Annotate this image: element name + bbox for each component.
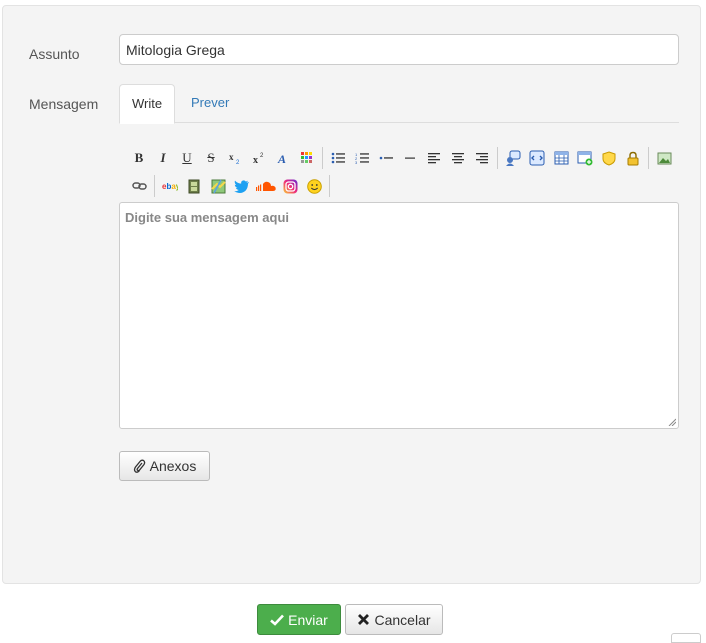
send-button[interactable]: Enviar	[257, 604, 341, 635]
tab-preview[interactable]: Prever	[179, 84, 241, 123]
video-button[interactable]	[182, 175, 206, 197]
message-label: Mensagem	[29, 96, 99, 112]
list-item-button[interactable]	[374, 147, 398, 169]
superscript-icon: x2	[253, 153, 264, 165]
svg-text:ebay: ebay	[162, 182, 178, 191]
attachments-label: Anexos	[149, 458, 197, 474]
underline-button[interactable]: U	[175, 147, 199, 169]
bold-button[interactable]: B	[127, 147, 151, 169]
hide-button[interactable]	[621, 147, 645, 169]
svg-text:3: 3	[355, 160, 358, 164]
align-left-button[interactable]	[422, 147, 446, 169]
twitter-icon	[234, 179, 249, 193]
toolbar-separator	[154, 175, 155, 197]
italic-button[interactable]: I	[151, 147, 175, 169]
paperclip-icon	[133, 459, 145, 473]
film-icon	[188, 179, 200, 193]
editor-toolbar: B I U S x2 x2 A 123 eba	[127, 143, 679, 199]
font-button[interactable]: A	[271, 147, 295, 169]
emoji-button[interactable]	[302, 175, 326, 197]
link-icon	[131, 182, 147, 190]
code-icon	[529, 150, 545, 166]
cancel-label: Cancelar	[374, 611, 431, 628]
table-icon	[554, 151, 568, 165]
bold-icon: B	[134, 150, 144, 165]
map-button[interactable]	[206, 175, 230, 197]
window-add-icon	[577, 151, 593, 165]
align-right-icon	[476, 153, 488, 164]
horizontal-rule-icon	[405, 157, 415, 159]
list-item-icon	[379, 156, 393, 160]
insert-window-button[interactable]	[573, 147, 597, 169]
subject-label: Assunto	[29, 46, 80, 62]
table-button[interactable]	[549, 147, 573, 169]
quote-user-icon	[506, 150, 521, 166]
svg-text:x: x	[253, 155, 258, 165]
link-button[interactable]	[127, 175, 151, 197]
twitter-button[interactable]	[230, 175, 254, 197]
align-left-icon	[428, 153, 440, 164]
message-placeholder: Digite sua mensagem aqui	[125, 210, 289, 225]
align-right-button[interactable]	[470, 147, 494, 169]
soundcloud-button[interactable]	[254, 175, 278, 197]
resize-grip-icon[interactable]	[668, 418, 676, 426]
toolbar-separator	[322, 147, 323, 169]
font-icon: A	[277, 152, 286, 165]
subscript-button[interactable]: x2	[223, 147, 247, 169]
tab-write[interactable]: Write	[119, 84, 176, 124]
underline-icon: U	[182, 150, 192, 165]
superscript-button[interactable]: x2	[247, 147, 271, 169]
toolbar-separator	[497, 147, 498, 169]
toolbar-separator	[329, 175, 330, 197]
numbered-list-icon: 123	[355, 152, 369, 164]
instagram-icon	[283, 179, 297, 193]
code-button[interactable]	[525, 147, 549, 169]
soundcloud-icon	[256, 181, 276, 191]
svg-text:2: 2	[236, 160, 240, 165]
numbered-list-button[interactable]: 123	[350, 147, 374, 169]
svg-text:2: 2	[260, 153, 264, 159]
subscript-icon: x2	[229, 152, 240, 165]
editor-tabs: Write Prever	[119, 84, 679, 124]
toolbar-separator	[648, 147, 649, 169]
svg-text:x: x	[229, 152, 234, 162]
ebay-icon: ebay	[162, 182, 178, 191]
color-button[interactable]	[295, 147, 319, 169]
bullet-list-icon	[331, 152, 345, 164]
check-icon	[270, 614, 285, 626]
attachments-button[interactable]: Anexos	[119, 451, 210, 481]
corner-widget[interactable]	[671, 633, 701, 643]
spoiler-button[interactable]	[597, 147, 621, 169]
map-icon	[210, 179, 226, 193]
strikethrough-button[interactable]: S	[199, 147, 223, 169]
align-center-button[interactable]	[446, 147, 470, 169]
ebay-button[interactable]: ebay	[158, 175, 182, 197]
italic-icon: I	[160, 150, 166, 165]
shield-icon	[602, 150, 616, 166]
send-label: Enviar	[288, 611, 328, 628]
color-grid-icon	[301, 152, 312, 163]
quote-button[interactable]	[501, 147, 525, 169]
svg-text:A: A	[277, 152, 286, 165]
smiley-icon	[306, 178, 322, 194]
strikethrough-icon: S	[207, 150, 215, 165]
cancel-button[interactable]: Cancelar	[345, 604, 443, 635]
lock-icon	[627, 151, 639, 165]
subject-input[interactable]	[119, 34, 679, 65]
image-icon	[657, 152, 671, 164]
instagram-button[interactable]	[278, 175, 302, 197]
image-button[interactable]	[652, 147, 676, 169]
horizontal-rule-button[interactable]	[398, 147, 422, 169]
message-textarea[interactable]: Digite sua mensagem aqui	[119, 202, 679, 429]
align-center-icon	[452, 153, 464, 164]
close-icon	[358, 614, 370, 625]
bullet-list-button[interactable]	[326, 147, 350, 169]
